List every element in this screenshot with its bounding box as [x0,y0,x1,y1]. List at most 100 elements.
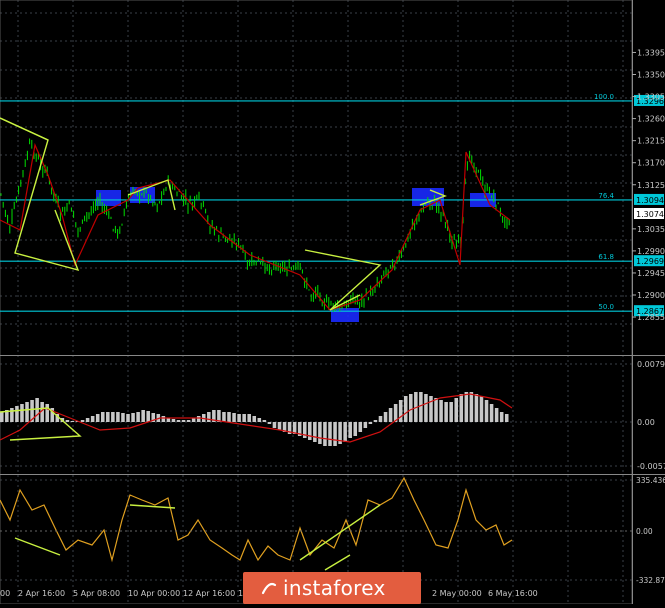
cci-pattern-line [129,504,176,509]
price-axis-label: 1.3305 [637,93,665,102]
chart-canvas[interactable]: 100.0 1.329676.4 1.309461.8 1.296950.0 1.286… [0,0,665,605]
price-axis-label: 1.3170 [637,159,665,168]
macd-bar [313,422,317,442]
time-axis-label: 2 May 00:00 [432,589,482,598]
macd-bar [469,392,474,422]
cci-axis: 335.4369 0.00 -332.8748 [636,476,665,585]
cci-pattern-line [324,554,351,571]
price-axis-label: 1.3035 [637,225,665,234]
macd-bar [95,414,100,422]
pattern-outline [0,117,80,272]
price-axis-label: 1.2900 [637,291,665,300]
macd-bar [358,422,363,432]
macd-bar [222,412,226,422]
macd-bar [403,396,408,422]
macd-bar [383,412,388,422]
macd-bar [161,416,166,422]
macd-bar [90,416,95,422]
price-axis: 1.3395 1.3350 1.3305 1.3260 1.3215 1.3170 1.31… [632,48,665,322]
macd-bar [141,410,145,422]
time-axis-label: 2 Apr 16:00 [18,589,65,598]
macd-bar [434,398,438,422]
macd-bar [353,422,358,436]
arc-stroke-logo-icon [261,582,277,595]
macd-bar [242,414,246,422]
time-axis-label: 10 Apr 00:00 [128,589,180,598]
macd-bar [272,422,277,428]
macd-bar [227,412,231,422]
macd-bar [176,420,181,422]
macd-bar [368,422,373,424]
price-axis-label: 1.3350 [637,71,665,80]
macd-bar [20,404,24,422]
macd-bar [323,422,327,446]
time-axis-label: 5 Apr 08:00 [73,589,120,598]
macd-bar [116,412,120,422]
macd-bar [378,416,383,422]
macd-bar [65,420,70,422]
macd-axis: 0.00798 0.00 -0.00571 [637,360,665,471]
macd-bar [409,394,413,422]
macd-bar [146,411,150,422]
macd-bar [363,422,368,428]
macd-bar [424,394,428,422]
macd-bar [388,408,393,422]
macd-bar [474,394,479,422]
macd-bar [262,420,267,422]
macd-bar [494,408,499,422]
macd-bar [237,414,241,422]
cci-axis-label: 0.00 [636,527,653,536]
macd-axis-label: 0.00798 [637,360,665,369]
fibo-price-label: 1.2969 [636,257,664,266]
time-axis-label: 6 May 16:00 [488,589,538,598]
pattern-edge [0,117,49,141]
macd-bar [0,412,4,422]
macd-bar [267,422,272,424]
price-axis-label: 1.3125 [637,181,665,190]
price-axis-label: 1.2855 [637,313,665,322]
macd-bar [348,422,352,438]
macd-bar [181,420,186,422]
macd-bar [489,404,494,422]
fibo-ratio-label: 100.0 [594,93,614,101]
zigzag-indicator [0,142,511,311]
macd-axis-label: -0.00571 [637,462,665,471]
macd-bar [504,414,509,422]
trading-terminal: 100.0 1.3296 76.4 1.3094 61.8 1.2969 50.0 1.286… [0,0,665,605]
cci-axis-label: 335.4369 [636,476,665,485]
grid-lines [0,0,632,604]
macd-bar [277,422,282,430]
macd-bar [15,406,19,422]
pattern-outline [304,249,382,311]
macd-bar [419,392,423,422]
macd-bar [464,392,469,422]
macd-bar [85,418,90,422]
macd-bar [318,422,322,444]
time-axis-label: 00 [0,589,10,598]
support-resistance-zones [96,187,496,322]
fibo-ratio-label: 61.8 [598,253,614,261]
price-axis-label: 1.2990 [637,247,665,256]
macd-bar [171,419,176,422]
macd-bar [106,412,110,422]
macd-bar [308,422,312,440]
macd-bar [328,422,332,446]
plot-frame [0,0,633,605]
macd-bar [232,413,236,422]
macd-bar [333,422,337,446]
macd-bar [499,412,504,422]
time-axis-label: 12 Apr 16:00 [183,589,235,598]
macd-axis-label: 0.00 [637,418,655,427]
zigzag-line [0,142,511,311]
macd-bar [80,420,85,422]
price-candles [0,138,510,312]
macd-bar [252,416,257,422]
macd-bar [136,412,140,422]
macd-bar [186,420,191,422]
macd-bar [111,412,115,422]
macd-bar [70,421,75,422]
macd-bar [126,414,130,422]
price-axis-label: 1.3215 [637,137,665,146]
price-axis-label: 1.3395 [637,48,665,57]
macd-bar [257,418,262,422]
